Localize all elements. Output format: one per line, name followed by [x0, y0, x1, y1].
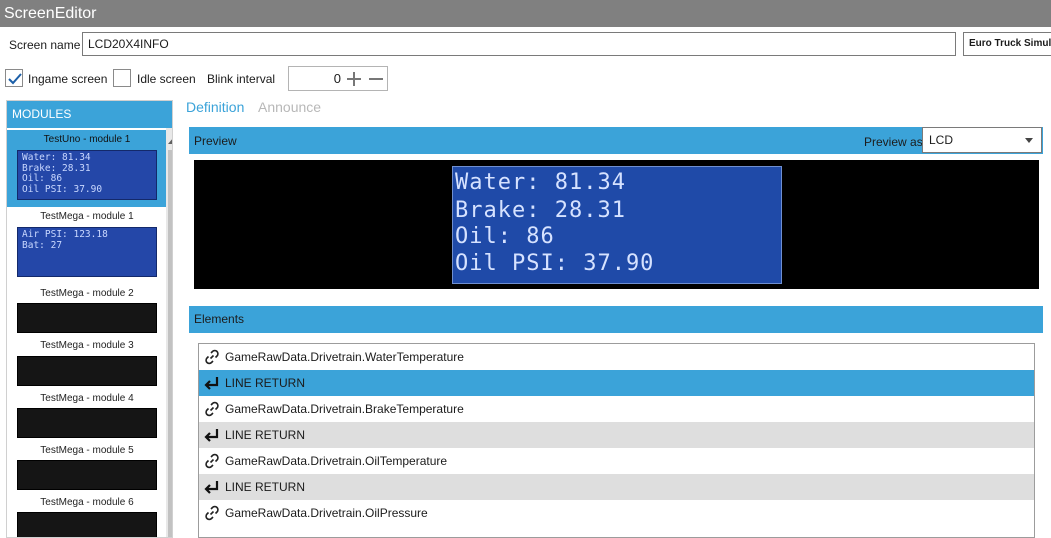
link-icon: [205, 505, 219, 521]
blink-interval-value[interactable]: 0: [289, 67, 341, 90]
element-label: LINE RETURN: [225, 480, 306, 494]
ingame-screen-checkbox[interactable]: [5, 69, 23, 87]
element-label: GameRawData.Drivetrain.WaterTemperature: [225, 350, 464, 364]
module-item[interactable]: TestMega - module 5: [7, 441, 167, 493]
module-item[interactable]: TestMega - module 2: [7, 284, 167, 336]
modules-list: TestUno - module 1 Water: 81.34 Brake: 2…: [7, 128, 167, 537]
link-icon: [205, 453, 219, 469]
lcd-line: Brake: 28.31: [455, 198, 626, 223]
module-item[interactable]: TestMega - module 1 Air PSI: 123.18 Bat:…: [7, 207, 167, 282]
blink-interval-label: Blink interval: [207, 72, 276, 86]
link-icon: [205, 349, 219, 365]
module-lcd-thumbnail: Water: 81.34 Brake: 28.31 Oil: 86 Oil PS…: [17, 150, 157, 200]
idle-screen-label: Idle screen: [137, 72, 196, 86]
preview-title: Preview: [194, 134, 237, 148]
element-row[interactable]: GameRawData.Drivetrain.OilPressure: [199, 500, 1034, 526]
module-lcd-thumbnail: [17, 408, 157, 438]
module-title: TestMega - module 6: [40, 497, 134, 508]
game-select[interactable]: Euro Truck Simulator 2: [963, 32, 1051, 56]
window-title: ScreenEditor: [0, 0, 1051, 27]
element-label: GameRawData.Drivetrain.BrakeTemperature: [225, 402, 464, 416]
element-label: GameRawData.Drivetrain.OilTemperature: [225, 454, 448, 468]
module-lcd-thumbnail: [17, 303, 157, 333]
module-item[interactable]: TestMega - module 3: [7, 336, 167, 388]
module-item[interactable]: TestMega - module 4: [7, 389, 167, 441]
modules-header: MODULES: [7, 101, 172, 128]
module-title: TestMega - module 5: [40, 445, 134, 456]
preview-as-value: LCD: [929, 133, 954, 147]
lcd-line: Oil PSI: 37.90: [455, 251, 655, 276]
scroll-up-arrow-icon[interactable]: [168, 138, 172, 144]
module-title: TestMega - module 2: [40, 288, 134, 299]
module-lcd-thumbnail: [17, 460, 157, 490]
modules-panel: MODULES TestUno - module 1 Water: 81.34 …: [6, 100, 173, 538]
lcd-line: Water: 81.34: [455, 170, 626, 195]
preview-header: Preview Preview as LCD: [189, 127, 1043, 154]
scroll-thumb[interactable]: [168, 150, 172, 537]
blink-interval-stepper: 0: [288, 66, 388, 91]
module-lcd-thumbnail: [17, 356, 157, 386]
tab-announce[interactable]: Announce: [258, 99, 321, 115]
preview-as-select[interactable]: LCD: [922, 127, 1042, 153]
module-title: TestMega - module 1: [40, 211, 134, 222]
lcd-preview: Water: 81.34 Brake: 28.31 Oil: 86 Oil PS…: [452, 166, 782, 284]
plus-icon[interactable]: [344, 69, 364, 89]
line-return-icon: [204, 481, 219, 494]
line-return-icon: [204, 429, 219, 442]
element-label: GameRawData.Drivetrain.OilPressure: [225, 506, 428, 520]
elements-header: Elements: [189, 306, 1043, 333]
check-icon: [8, 73, 22, 85]
module-title: TestMega - module 4: [40, 393, 134, 404]
idle-screen-checkbox[interactable]: [113, 69, 131, 87]
element-label: LINE RETURN: [225, 428, 306, 442]
element-label: LINE RETURN: [225, 376, 306, 390]
element-row[interactable]: GameRawData.Drivetrain.BrakeTemperature: [199, 396, 1034, 422]
chevron-down-icon: [1025, 138, 1033, 143]
element-row[interactable]: GameRawData.Drivetrain.WaterTemperature: [199, 344, 1034, 370]
module-title: TestMega - module 3: [40, 340, 134, 351]
element-row[interactable]: LINE RETURN: [199, 474, 1034, 500]
link-icon: [205, 401, 219, 417]
element-row[interactable]: GameRawData.Drivetrain.OilTemperature: [199, 448, 1034, 474]
module-title: TestUno - module 1: [43, 134, 131, 145]
line-return-icon: [204, 377, 219, 390]
module-lcd-thumbnail: [17, 512, 157, 537]
module-item[interactable]: TestMega - module 6: [7, 493, 167, 537]
element-row[interactable]: LINE RETURN: [199, 370, 1034, 396]
tab-definition[interactable]: Definition: [186, 99, 244, 115]
screen-name-label: Screen name: [9, 38, 81, 52]
element-row[interactable]: LINE RETURN: [199, 422, 1034, 448]
elements-list: GameRawData.Drivetrain.WaterTemperature …: [198, 343, 1035, 538]
preview-as-label: Preview as: [864, 135, 923, 149]
modules-scrollbar[interactable]: [166, 128, 172, 537]
lcd-line: Oil: 86: [455, 224, 555, 249]
screen-name-input[interactable]: LCD20X4INFO: [82, 32, 956, 56]
module-item[interactable]: TestUno - module 1 Water: 81.34 Brake: 2…: [7, 130, 167, 207]
module-lcd-thumbnail: Air PSI: 123.18 Bat: 27: [17, 227, 157, 277]
minus-icon[interactable]: [366, 69, 386, 89]
ingame-screen-label: Ingame screen: [28, 72, 108, 86]
